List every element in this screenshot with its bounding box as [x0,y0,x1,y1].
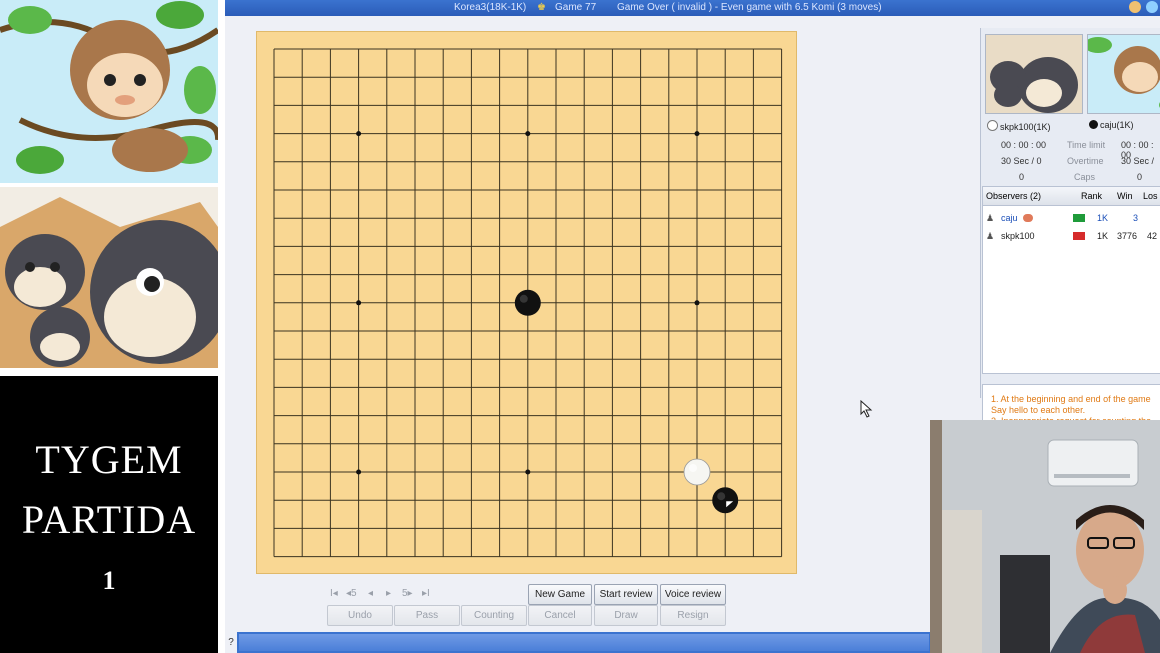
white-time: 00 : 00 : 00 [1001,140,1047,150]
promo-title-card: TYGEM PARTIDA 1 [0,376,218,653]
promo-line-tygem: TYGEM [35,437,183,482]
observer-losses: 42 [1147,231,1158,241]
black-overtime: 30 Sec / [1121,156,1155,166]
star-point [525,131,531,137]
nav-back5-button[interactable]: ◂5 [346,588,357,599]
globe-icon[interactable] [1146,1,1158,13]
white-stone-icon [987,120,998,131]
brazil-flag-icon [1073,214,1085,222]
window-icons [1127,1,1158,19]
pass-button[interactable]: Pass [394,605,460,626]
counting-button[interactable]: Counting [461,605,527,626]
star-point [356,469,362,475]
promo-line-partida: PARTIDA [21,497,197,542]
promo-line-number: 1 [102,566,116,595]
voice-review-button[interactable]: Voice review [660,584,726,605]
white-player-label: skpk100(1K) [987,120,1051,132]
room-name: Korea3(18K-1K) [454,2,527,13]
board-grid[interactable] [257,32,796,573]
pig-illustration [0,187,218,368]
rules-line-2: Say hello to each other. [991,405,1086,415]
undo-button[interactable]: Undo [327,605,393,626]
black-stone[interactable] [712,487,739,514]
rank-column-header[interactable]: Rank [1081,191,1102,201]
settings-icon[interactable] [1129,1,1142,13]
observers-list: Observers (2) Rank Win Los ♟ caju 1K 3 ♟… [982,186,1160,374]
user-icon: ♟ [986,231,995,241]
observers-title: Observers (2) [986,191,1042,201]
rules-line-1: 1. At the beginning and end of the game [991,394,1151,404]
new-game-button[interactable]: New Game [528,584,592,605]
webcam-overlay [930,420,1160,653]
left-panel: TYGEM PARTIDA 1 [0,0,220,653]
monkey-illustration [0,0,218,183]
mouse-cursor-icon [860,400,873,418]
observer-name: caju [1001,213,1018,223]
observer-rank: 1K [1097,231,1109,241]
help-icon[interactable]: ? [225,632,237,653]
black-player-avatar[interactable] [1087,34,1160,114]
time-limit-label: Time limit [1067,140,1106,150]
nav-forward-button[interactable]: ▸ [386,588,391,599]
observer-wins: 3776 [1117,231,1138,241]
observer-row[interactable]: ♟ caju 1K 3 [983,209,1160,227]
start-review-button[interactable]: Start review [594,584,658,605]
chat-input[interactable] [239,634,929,651]
white-stone[interactable] [683,458,711,486]
draw-button[interactable]: Draw [594,605,658,626]
go-board[interactable] [256,31,797,574]
win-column-header[interactable]: Win [1117,191,1133,201]
star-point [525,469,531,475]
white-player-avatar[interactable] [985,34,1083,114]
observer-wins: 3 [1133,213,1139,223]
black-stone-icon [1089,120,1098,129]
star-point [356,131,362,137]
canada-flag-icon [1073,232,1085,240]
chat-input-bar: ? [225,632,930,653]
badge-icon [1023,214,1033,222]
observer-rank: 1K [1097,213,1109,223]
nav-back-button[interactable]: ◂ [368,588,373,599]
loss-column-header[interactable]: Los [1143,191,1158,201]
black-stone[interactable] [514,289,541,316]
overtime-label: Overtime [1067,156,1104,166]
white-caps: 0 [1019,172,1025,182]
observers-header: Observers (2) Rank Win Los [983,187,1160,206]
title-bar: Korea3(18K-1K) ♚ Game 77 Game Over ( inv… [225,0,1160,16]
star-point [694,131,700,137]
nav-first-button[interactable]: I◂ [330,588,338,599]
star-point [694,300,700,306]
user-icon: ♟ [986,213,995,223]
resign-button[interactable]: Resign [660,605,726,626]
caps-label: Caps [1074,172,1096,182]
star-point [356,300,362,306]
black-caps: 0 [1137,172,1143,182]
black-player-label: caju(1K) [1089,120,1134,130]
observer-row[interactable]: ♟ skpk100 1K 3776 42 [983,227,1160,245]
nav-last-button[interactable]: ▸I [422,588,430,599]
observer-name: skpk100 [1001,231,1035,241]
nav-forward5-button[interactable]: 5▸ [402,588,413,599]
white-overtime: 30 Sec / 0 [1001,156,1042,166]
cancel-button[interactable]: Cancel [528,605,592,626]
crown-icon: ♚ [537,2,546,13]
game-status: Game Over ( invalid ) - Even game with 6… [617,2,882,13]
game-number: Game 77 [555,2,597,13]
